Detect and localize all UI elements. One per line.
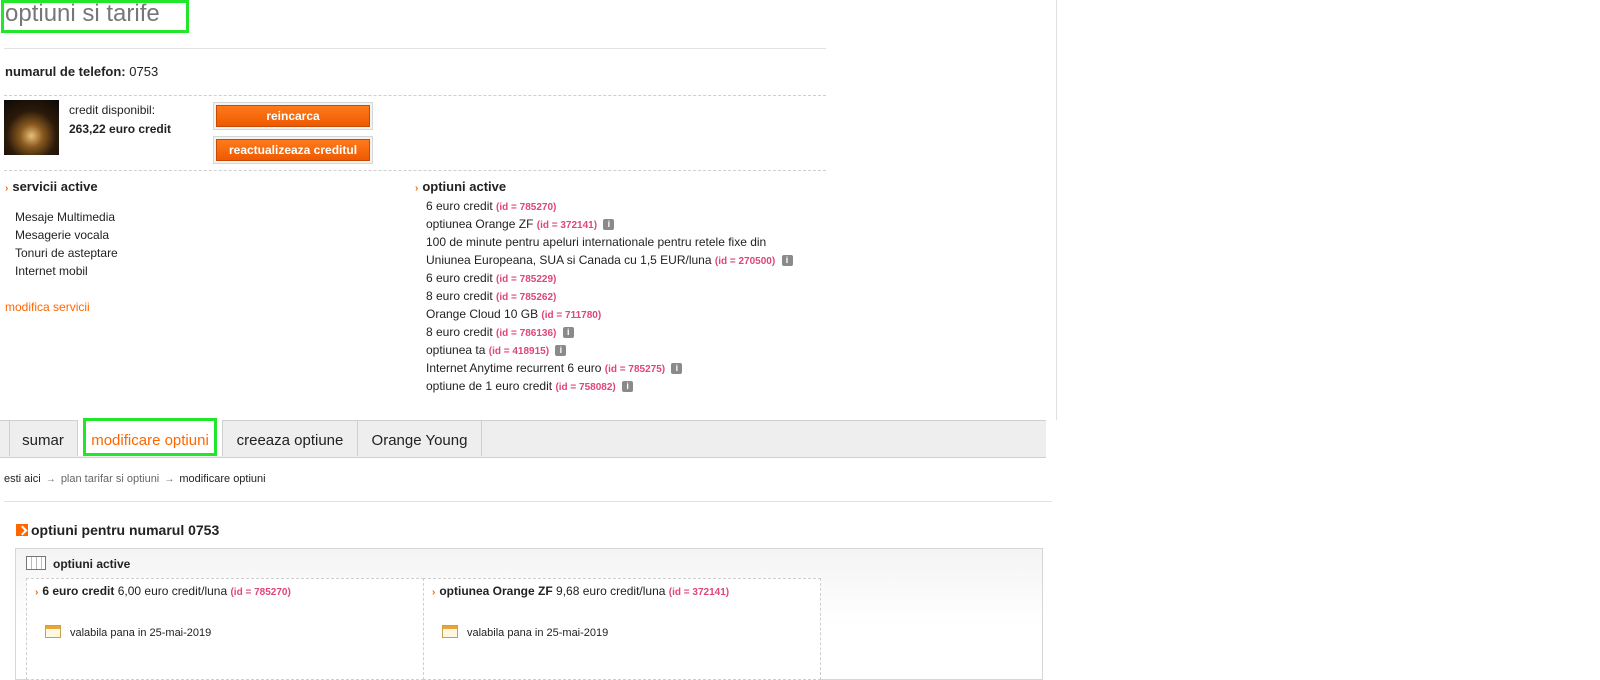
option-card-title: › 6 euro credit 6,00 euro credit/luna (id… [35,584,291,598]
option-card-name: 6 euro credit [42,584,115,598]
tab-orange-young[interactable]: Orange Young [358,420,482,456]
info-icon[interactable]: i [622,381,634,392]
phone-number-label: numarul de telefon: [5,64,126,79]
table-icon [26,556,46,570]
options-section-title: optiuni pentru numarul 0753 [16,522,219,538]
reactualizeaza-creditul-button[interactable]: reactualizeaza creditul [216,139,370,161]
option-item: Internet Anytime recurrent 6 euro (id = … [426,359,683,379]
option-id: (id = 711780) [541,310,602,321]
option-card-validity: valabila pana in 25-mai-2019 [442,625,608,639]
option-item: 8 euro credit (id = 786136) i [426,323,574,343]
option-id: (id = 785270) [496,202,557,213]
phone-number-value: 0753 [129,64,159,79]
chevron-right-icon: › [35,587,39,598]
option-name: 100 de minute pentru apeluri internation… [426,235,767,249]
option-card-name: optiunea Orange ZF [439,584,553,598]
service-item: Internet mobil [15,264,88,278]
option-card-validity-text: valabila pana in 25-mai-2019 [467,627,609,639]
calendar-icon [442,625,458,638]
option-name: Orange Cloud 10 GB [426,307,539,321]
calendar-icon [45,625,61,638]
option-card-id: (id = 785270) [230,587,291,598]
services-heading-label: servicii active [12,179,98,194]
option-name: 8 euro credit [426,289,493,303]
breadcrumb: esti aici → plan tarifar si optiuni → mo… [4,473,266,485]
option-name: 6 euro credit [426,199,493,213]
chevron-right-icon: › [5,183,9,194]
breadcrumb-prefix: esti aici [4,473,41,485]
options-section-title-text: optiuni pentru numarul 0753 [31,522,220,538]
option-name: Internet Anytime recurrent 6 euro [426,361,602,375]
arrow-right-icon: → [164,474,175,485]
breadcrumb-current: modificare optiuni [179,473,266,485]
options-heading: › optiuni active [415,179,506,194]
credit-value: 263,22 euro credit [69,122,172,136]
info-icon[interactable]: i [603,219,615,230]
services-heading: › servicii active [5,179,98,194]
option-card-price: 6,00 euro credit/luna [117,584,228,598]
divider [4,48,826,49]
option-name: 6 euro credit [426,271,493,285]
modifica-servicii-link[interactable]: modifica servicii [5,300,90,314]
option-name: optiunea ta [426,343,486,357]
chevron-right-icon: › [432,587,436,598]
option-item: 6 euro credit (id = 785270) [426,197,556,217]
option-card: › 6 euro credit 6,00 euro credit/luna (id… [26,578,424,680]
service-item: Tonuri de asteptare [15,246,118,260]
info-icon[interactable]: i [781,255,793,266]
option-card: › optiunea Orange ZF 9,68 euro credit/lun… [423,578,821,680]
tab-sumar[interactable]: sumar [9,420,78,456]
arrow-right-icon: → [45,474,56,485]
panel-border [1056,0,1057,420]
info-icon[interactable]: i [562,327,574,338]
option-id: (id = 372141) [536,220,598,231]
option-card-price: 9,68 euro credit/luna [556,584,666,598]
divider [4,95,826,96]
reincarca-button[interactable]: reincarca [216,105,370,127]
divider [4,170,826,171]
account-image [4,100,59,155]
active-options-heading: optiuni active [26,556,130,571]
option-item: 100 de minute pentru apeluri internation… [426,233,766,251]
option-id: (id = 785262) [496,292,557,303]
divider [4,501,1052,502]
option-name: 8 euro credit [426,325,493,339]
option-item: 8 euro credit (id = 785262) [426,287,556,307]
option-card-validity-text: valabila pana in 25-mai-2019 [70,627,212,639]
checkbox-icon [16,524,28,536]
info-icon[interactable]: i [555,345,567,356]
option-id: (id = 270500) [714,256,776,267]
option-name: optiune de 1 euro credit [426,379,553,393]
option-item: 6 euro credit (id = 785229) [426,269,556,289]
service-item: Mesagerie vocala [15,228,110,242]
chevron-right-icon: › [415,183,419,194]
page-title: optiuni si tarife [5,0,160,27]
breadcrumb-link[interactable]: plan tarifar si optiuni [61,473,159,485]
option-id: (id = 418915) [488,346,550,357]
option-card-validity: valabila pana in 25-mai-2019 [45,625,211,639]
option-name: Uniunea Europeana, SUA si Canada cu 1,5 … [426,253,712,267]
tab-creeaza-optiune[interactable]: creeaza optiune [223,420,358,456]
option-name: optiunea Orange ZF [426,217,534,231]
tab-highlight [83,418,217,456]
option-item: optiunea Orange ZF (id = 372141) i [426,215,615,235]
option-id: (id = 785229) [496,274,557,285]
info-icon[interactable]: i [671,363,683,374]
option-id: (id = 758082) [555,382,616,393]
option-item: Orange Cloud 10 GB (id = 711780) [426,305,601,325]
credit-label: credit disponibil: [69,103,156,117]
service-item: Mesaje Multimedia [15,210,116,224]
option-card-id: (id = 372141) [668,587,730,598]
options-heading-label: optiuni active [422,179,507,194]
option-id: (id = 786136) [496,328,557,339]
active-options-heading-label: optiuni active [53,557,131,571]
option-card-title: › optiunea Orange ZF 9,68 euro credit/lun… [432,584,729,598]
option-item: Uniunea Europeana, SUA si Canada cu 1,5 … [426,251,793,271]
option-item: optiunea ta (id = 418915) i [426,341,567,361]
option-id: (id = 785275) [604,364,666,375]
phone-number: numarul de telefon: 0753 [5,64,158,79]
option-item: optiune de 1 euro credit (id = 758082) i [426,377,634,397]
